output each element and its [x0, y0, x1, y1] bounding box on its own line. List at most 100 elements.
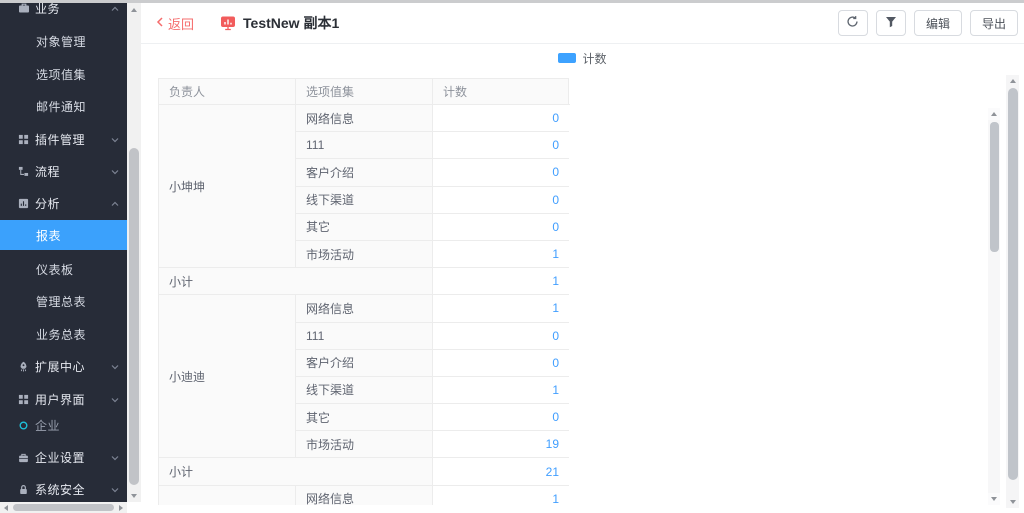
chevron-down-icon — [110, 484, 120, 498]
count-cell: 1 — [433, 486, 569, 505]
sidebar-item-workflow[interactable]: 流程 — [0, 157, 127, 185]
count-link[interactable]: 1 — [552, 247, 559, 261]
sidebar-item-analysis[interactable]: 分析 — [0, 189, 127, 217]
sidebar-item-plugin-management[interactable]: 插件管理 — [0, 125, 127, 153]
legend-color-swatch[interactable] — [558, 53, 576, 63]
sidebar-item-extension-center[interactable]: 扩展中心 — [0, 352, 127, 380]
enterprise-circle-icon — [17, 420, 30, 431]
chevron-up-icon — [110, 198, 120, 212]
option-cell: 111 — [296, 132, 433, 159]
count-link[interactable]: 19 — [546, 437, 559, 451]
filter-button[interactable] — [876, 10, 906, 36]
subtotal-row-1: 小计 1 — [159, 268, 569, 295]
scroll-up-arrow-icon[interactable] — [988, 108, 1000, 120]
count-link[interactable]: 0 — [552, 165, 559, 179]
sidebar-horizontal-scrollbar-thumb[interactable] — [13, 504, 114, 511]
scroll-right-arrow-icon[interactable] — [115, 502, 127, 513]
count-link[interactable]: 0 — [552, 111, 559, 125]
count-link[interactable]: 0 — [552, 410, 559, 424]
count-cell: 0 — [433, 187, 569, 214]
count-link[interactable]: 0 — [552, 138, 559, 152]
page-vertical-scrollbar[interactable] — [1006, 75, 1019, 508]
sidebar-item-object-management[interactable]: 对象管理 — [0, 27, 127, 55]
option-cell: 网络信息 — [296, 105, 433, 132]
refresh-button[interactable] — [838, 10, 868, 36]
table-scrollbar-thumb[interactable] — [990, 122, 999, 252]
owner-cell: 小迪迪 — [159, 295, 296, 458]
scroll-up-arrow-icon[interactable] — [127, 3, 141, 16]
chevron-down-icon — [110, 394, 120, 408]
lock-icon — [17, 484, 30, 495]
count-link[interactable]: 0 — [552, 329, 559, 343]
chevron-down-icon — [110, 166, 120, 180]
report-toolbar: 返回 TestNew 副本1 编辑 导出 — [141, 3, 1024, 44]
count-cell: 1 — [433, 241, 569, 268]
option-cell: 客户介绍 — [296, 350, 433, 377]
option-cell: 客户介绍 — [296, 159, 433, 186]
option-cell: 线下渠道 — [296, 377, 433, 404]
sidebar-item-user-interface[interactable]: 用户界面 — [0, 385, 127, 413]
count-link[interactable]: 0 — [552, 356, 559, 370]
page-title: TestNew 副本1 — [243, 13, 339, 33]
column-header-owner: 负责人 — [159, 79, 296, 105]
chevron-down-icon — [110, 134, 120, 148]
table-group-1: 小坤坤 网络信息 0 111 0 客户介绍 0 线下渠道 0 其它 0 市场活动… — [159, 105, 569, 268]
option-cell: 市场活动 — [296, 431, 433, 458]
count-link[interactable]: 1 — [552, 383, 559, 397]
scroll-left-arrow-icon[interactable] — [0, 502, 12, 513]
chart-legend: 计数 — [141, 50, 1024, 66]
count-cell: 0 — [433, 350, 569, 377]
refresh-icon — [846, 15, 859, 31]
rocket-icon — [17, 361, 30, 372]
count-link[interactable]: 0 — [552, 220, 559, 234]
briefcase-icon — [17, 3, 30, 14]
option-cell: 网络信息 — [296, 486, 433, 505]
page-scrollbar-thumb[interactable] — [1008, 88, 1018, 480]
sidebar-item-enterprise[interactable]: 企业 — [0, 411, 127, 439]
count-link[interactable]: 1 — [552, 301, 559, 315]
edit-button[interactable]: 编辑 — [914, 10, 962, 36]
scroll-down-arrow-icon[interactable] — [988, 493, 1000, 505]
sidebar-scrollbar-thumb[interactable] — [129, 148, 139, 485]
filter-funnel-icon — [885, 16, 897, 31]
plugin-grid-icon — [17, 134, 30, 145]
sidebar-item-mail-notification[interactable]: 邮件通知 — [0, 92, 127, 120]
sidebar-item-management-summary[interactable]: 管理总表 — [0, 287, 127, 315]
sidebar-item-dashboard[interactable]: 仪表板 — [0, 255, 127, 283]
option-cell: 其它 — [296, 214, 433, 241]
chevron-up-icon — [110, 3, 120, 17]
subtotal-count-cell: 21 — [433, 458, 569, 485]
owner-cell — [159, 486, 296, 505]
option-cell: 线下渠道 — [296, 187, 433, 214]
scroll-up-arrow-icon[interactable] — [1006, 75, 1019, 87]
subtotal-label: 小计 — [159, 458, 433, 485]
back-chevron-icon — [155, 16, 165, 31]
option-cell: 其它 — [296, 404, 433, 431]
count-cell: 0 — [433, 159, 569, 186]
sidebar-item-option-value-sets[interactable]: 选项值集 — [0, 60, 127, 88]
count-link[interactable]: 1 — [552, 492, 559, 505]
count-link[interactable]: 21 — [546, 465, 559, 479]
sidebar-item-system-security[interactable]: 系统安全 — [0, 475, 127, 502]
export-button[interactable]: 导出 — [970, 10, 1018, 36]
option-cell: 111 — [296, 323, 433, 350]
sidebar-item-enterprise-settings[interactable]: 企业设置 — [0, 443, 127, 471]
sidebar-item-business-summary[interactable]: 业务总表 — [0, 320, 127, 348]
scroll-down-arrow-icon[interactable] — [127, 489, 141, 502]
back-button[interactable]: 返回 — [155, 14, 194, 33]
sidebar-horizontal-scrollbar[interactable] — [0, 502, 127, 513]
report-icon — [220, 15, 236, 31]
owner-cell: 小坤坤 — [159, 105, 296, 268]
subtotal-row-2: 小计 21 — [159, 458, 569, 485]
count-cell: 1 — [433, 295, 569, 322]
sidebar-item-reports[interactable]: 报表 — [0, 220, 127, 250]
count-link[interactable]: 0 — [552, 193, 559, 207]
legend-label[interactable]: 计数 — [582, 50, 606, 67]
option-cell: 市场活动 — [296, 241, 433, 268]
count-cell: 0 — [433, 404, 569, 431]
sidebar-vertical-scrollbar[interactable] — [127, 3, 141, 502]
sidebar-item-business[interactable]: 业务 — [0, 3, 127, 22]
table-vertical-scrollbar[interactable] — [988, 108, 1000, 505]
count-link[interactable]: 1 — [552, 274, 559, 288]
scroll-down-arrow-icon[interactable] — [1006, 496, 1019, 508]
